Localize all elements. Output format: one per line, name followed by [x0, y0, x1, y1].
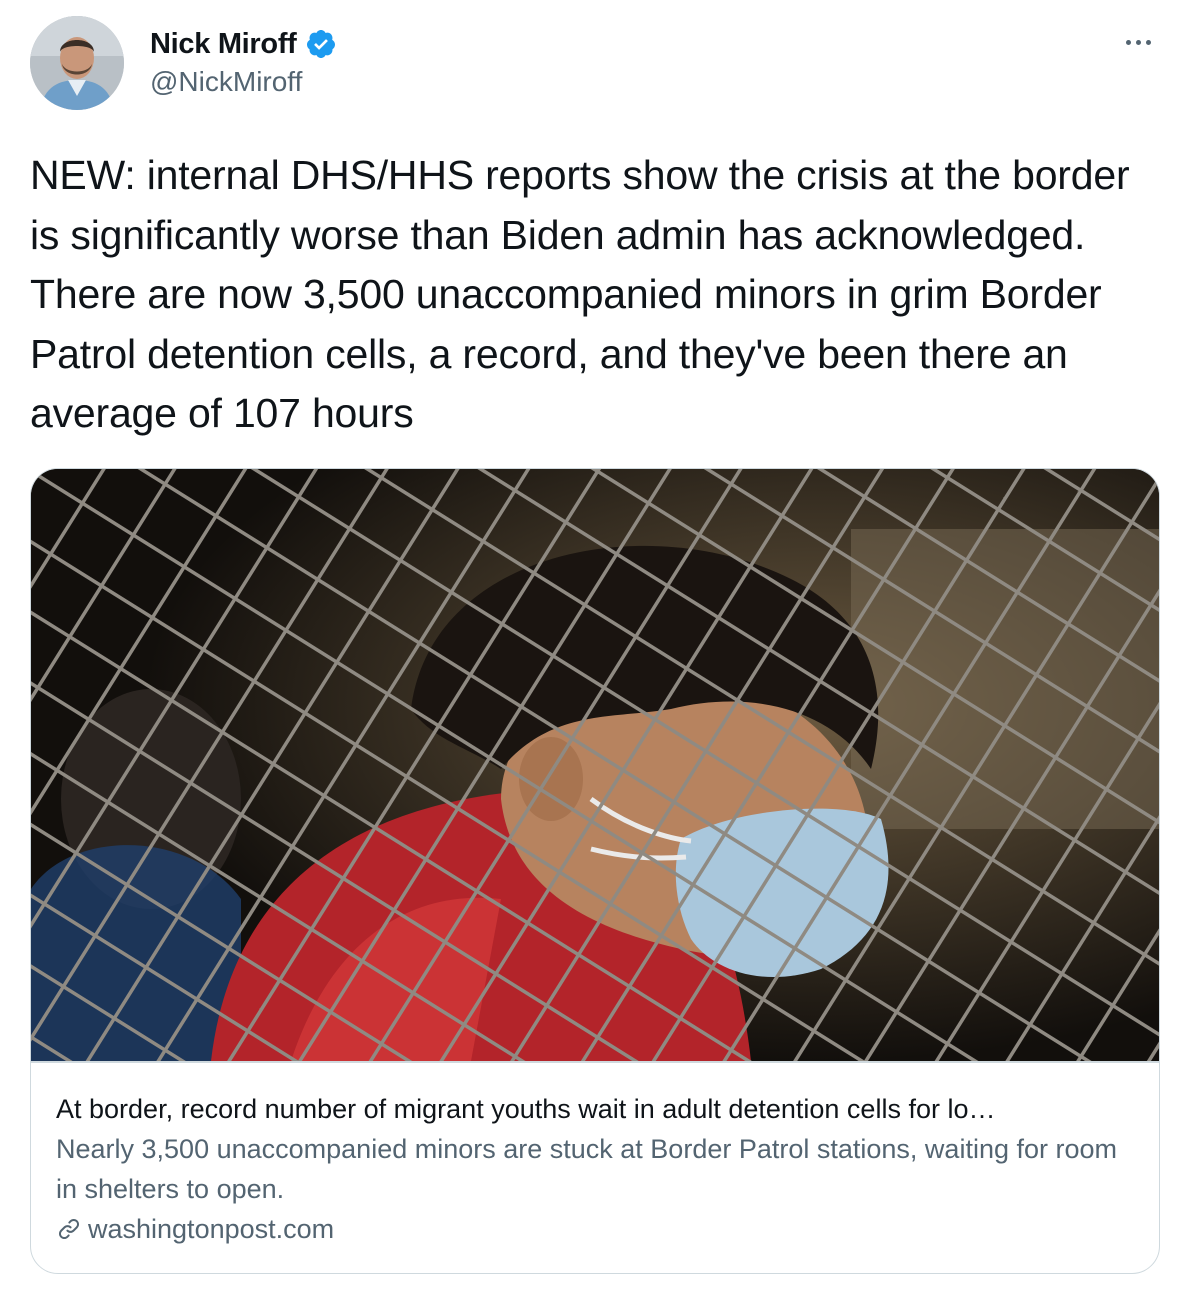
- link-icon: [59, 1219, 79, 1239]
- card-divider: [31, 1061, 1159, 1063]
- tweet: Nick Miroff @NickMiroff NEW: internal DH…: [0, 0, 1196, 1302]
- card-domain-row: washingtonpost.com: [56, 1209, 1136, 1249]
- tweet-text: NEW: internal DHS/HHS reports show the c…: [30, 152, 1130, 436]
- card-title: At border, record number of migrant yout…: [56, 1094, 996, 1124]
- verified-badge-icon: [306, 30, 335, 58]
- handle[interactable]: @NickMiroff: [150, 66, 337, 98]
- name-row: Nick Miroff: [150, 26, 337, 62]
- card-image: [31, 469, 1159, 1061]
- card-domain: washingtonpost.com: [88, 1214, 335, 1244]
- avatar[interactable]: [30, 16, 124, 110]
- card-body: At border, record number of migrant yout…: [56, 1089, 1136, 1249]
- card-photo: [31, 469, 1159, 1061]
- more-dots-icon: [1135, 39, 1141, 45]
- more-options-button[interactable]: [1118, 28, 1158, 56]
- link-card[interactable]: At border, record number of migrant yout…: [30, 468, 1160, 1274]
- more-dots-icon: [1125, 39, 1131, 45]
- author-block: Nick Miroff @NickMiroff: [150, 26, 337, 98]
- card-description: Nearly 3,500 unaccompanied minors are st…: [56, 1134, 1118, 1204]
- more-dots-icon: [1145, 39, 1151, 45]
- avatar-photo: [30, 16, 124, 110]
- display-name[interactable]: Nick Miroff: [150, 28, 297, 61]
